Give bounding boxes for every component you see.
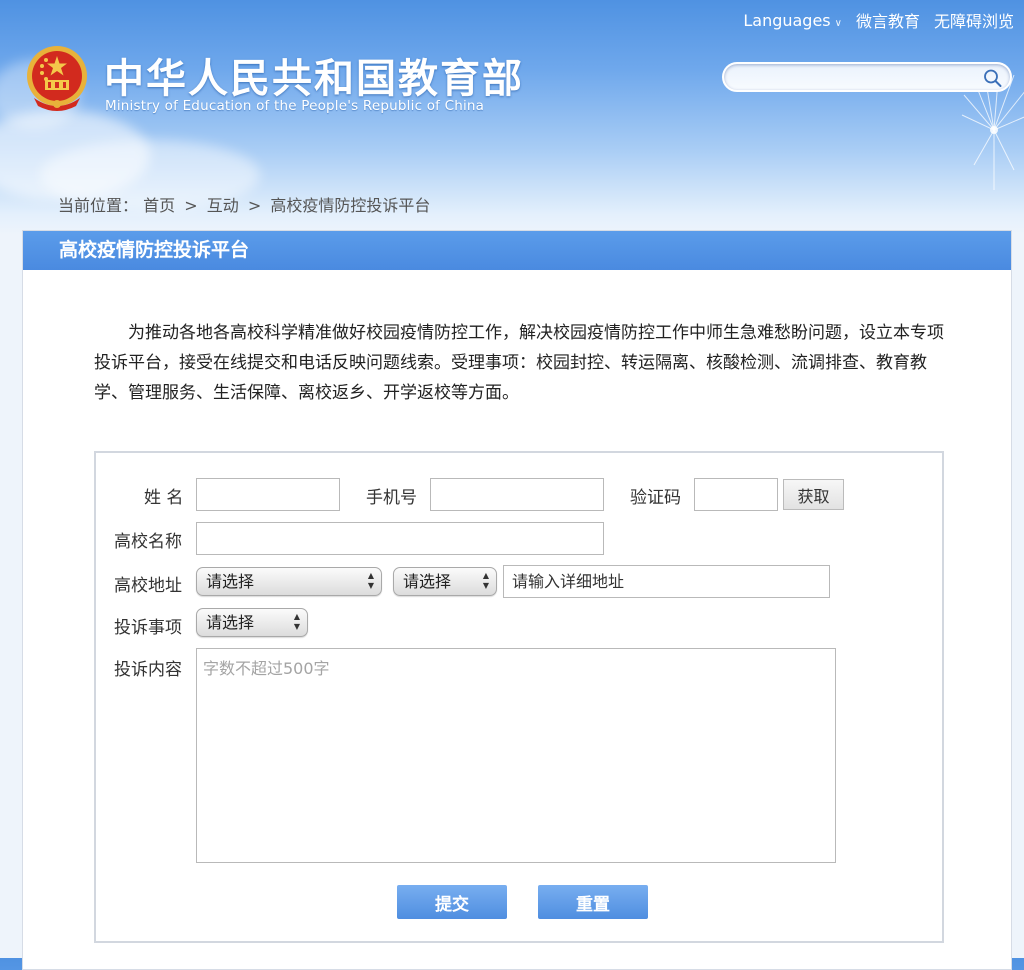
- select-arrows-icon: ▲ ▼: [367, 571, 375, 590]
- city-select[interactable]: 请选择 ▲ ▼: [393, 567, 497, 596]
- breadcrumb-current[interactable]: 高校疫情防控投诉平台: [270, 196, 430, 215]
- national-emblem-icon: [27, 46, 87, 111]
- breadcrumb-prefix: 当前位置：: [58, 196, 139, 215]
- name-input[interactable]: [196, 478, 340, 511]
- verification-code-input[interactable]: [694, 478, 778, 511]
- select-arrows-icon: ▲ ▼: [293, 612, 301, 631]
- complaint-matter-select-value: 请选择: [206, 613, 255, 632]
- school-name-input[interactable]: [196, 522, 604, 555]
- chevron-down-icon: ∨: [834, 17, 842, 29]
- select-arrows-icon: ▲ ▼: [482, 571, 490, 590]
- breadcrumb: 当前位置： 首页 > 互动 > 高校疫情防控投诉平台: [58, 192, 430, 216]
- search-icon[interactable]: [982, 68, 1004, 88]
- languages-label: Languages: [743, 10, 831, 30]
- weiyan-link[interactable]: 微言教育: [856, 8, 920, 32]
- intro-text: 为推动各地各高校科学精准做好校园疫情防控工作，解决校园疫情防控工作中师生急难愁盼…: [94, 323, 944, 403]
- phone-input[interactable]: [430, 478, 604, 511]
- school-name-label: 高校名称: [114, 532, 182, 552]
- breadcrumb-separator: >: [247, 196, 262, 215]
- submit-button[interactable]: 提交: [397, 885, 507, 919]
- code-label: 验证码: [630, 488, 681, 508]
- city-select-value: 请选择: [403, 572, 452, 591]
- name-label: 姓 名: [144, 488, 184, 508]
- main-panel: 高校疫情防控投诉平台 为推动各地各高校科学精准做好校园疫情防控工作，解决校园疫情…: [22, 230, 1012, 970]
- accessibility-link[interactable]: 无障碍浏览: [934, 8, 1014, 32]
- phone-label: 手机号: [366, 488, 417, 508]
- complaint-matter-select[interactable]: 请选择 ▲ ▼: [196, 608, 308, 637]
- panel-title: 高校疫情防控投诉平台: [23, 231, 1011, 270]
- province-select-value: 请选择: [206, 572, 255, 591]
- complaint-matter-label: 投诉事项: [114, 618, 182, 638]
- site-title: 中华人民共和国教育部: [104, 55, 524, 102]
- site-subtitle: Ministry of Education of the People's Re…: [105, 98, 485, 114]
- detailed-address-input[interactable]: [503, 565, 830, 598]
- search-box: [722, 62, 1012, 92]
- province-select[interactable]: 请选择 ▲ ▼: [196, 567, 382, 596]
- get-code-button[interactable]: 获取: [783, 479, 844, 510]
- breadcrumb-home[interactable]: 首页: [143, 196, 175, 215]
- reset-button[interactable]: 重置: [538, 885, 648, 919]
- breadcrumb-interaction[interactable]: 互动: [207, 196, 239, 215]
- complaint-content-textarea[interactable]: [196, 648, 836, 863]
- languages-link[interactable]: Languages ∨: [743, 11, 842, 30]
- top-nav: Languages ∨ 微言教育 无障碍浏览: [743, 8, 1014, 32]
- school-address-label: 高校地址: [114, 576, 182, 596]
- complaint-form: 姓 名 手机号 验证码 获取 高校名称 高校地址 请选择 ▲▼ 请选择 ▲▼ 投…: [94, 451, 944, 943]
- search-input[interactable]: [734, 67, 978, 89]
- complaint-content-label: 投诉内容: [114, 660, 182, 680]
- breadcrumb-separator: >: [184, 196, 198, 215]
